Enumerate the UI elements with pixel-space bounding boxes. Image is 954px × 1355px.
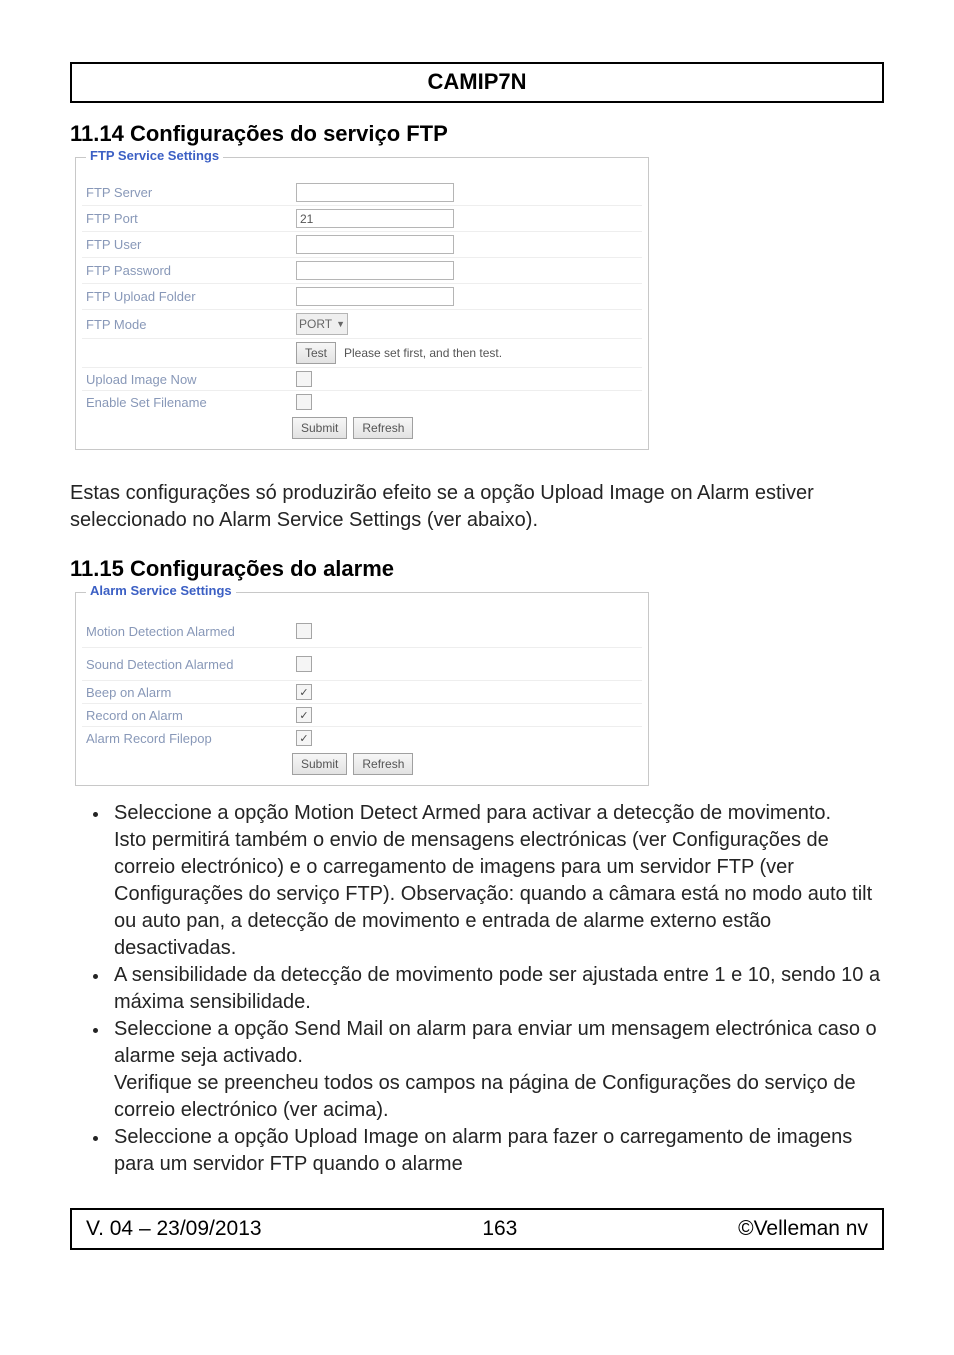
record-on-alarm-label: Record on Alarm: [86, 708, 296, 723]
test-button[interactable]: Test: [296, 342, 336, 364]
beep-on-alarm-label: Beep on Alarm: [86, 685, 296, 700]
beep-on-alarm-row: Beep on Alarm ✓: [82, 681, 642, 704]
ftp-submit-button[interactable]: Submit: [292, 417, 347, 439]
ftp-user-label: FTP User: [86, 237, 296, 252]
ftp-folder-input[interactable]: [296, 287, 454, 306]
ftp-panel-legend: FTP Service Settings: [86, 148, 223, 163]
footer-copyright: ©Velleman nv: [738, 1217, 868, 1241]
enable-filename-checkbox[interactable]: [296, 394, 312, 410]
ftp-user-input[interactable]: [296, 235, 454, 254]
alarm-filepop-row: Alarm Record Filepop ✓: [82, 727, 642, 749]
motion-detection-row: Motion Detection Alarmed: [82, 615, 642, 648]
enable-filename-row: Enable Set Filename: [82, 391, 642, 413]
ftp-test-row: Test Please set first, and then test.: [82, 339, 642, 368]
chevron-down-icon: ▼: [336, 319, 345, 329]
motion-detection-label: Motion Detection Alarmed: [86, 624, 296, 639]
ftp-server-input[interactable]: [296, 183, 454, 202]
header-box: CAMIP7N: [70, 62, 884, 103]
ftp-mode-row: FTP Mode PORT ▼: [82, 310, 642, 339]
ftp-mode-value: PORT: [299, 317, 332, 331]
alarm-service-settings-panel: Alarm Service Settings Motion Detection …: [75, 592, 649, 786]
upload-image-now-row: Upload Image Now: [82, 368, 642, 391]
list-item: Seleccione a opção Motion Detect Armed p…: [110, 800, 884, 962]
footer-page: 163: [482, 1217, 517, 1241]
ftp-password-input[interactable]: [296, 261, 454, 280]
ftp-port-row: FTP Port: [82, 206, 642, 232]
list-item: Seleccione a opção Upload Image on alarm…: [110, 1124, 884, 1178]
list-item: A sensibilidade da detecção de movimento…: [110, 962, 884, 1016]
ftp-service-settings-panel: FTP Service Settings FTP Server FTP Port…: [75, 157, 649, 450]
ftp-user-row: FTP User: [82, 232, 642, 258]
paragraph-1: Estas configurações só produzirão efeito…: [70, 480, 884, 534]
ftp-folder-row: FTP Upload Folder: [82, 284, 642, 310]
list-item: Seleccione a opção Send Mail on alarm pa…: [110, 1016, 884, 1124]
ftp-port-input[interactable]: [296, 209, 454, 228]
alarm-submit-button[interactable]: Submit: [292, 753, 347, 775]
sound-detection-checkbox[interactable]: [296, 656, 312, 672]
record-on-alarm-row: Record on Alarm ✓: [82, 704, 642, 727]
motion-detection-checkbox[interactable]: [296, 623, 312, 639]
footer-version: V. 04 – 23/09/2013: [86, 1217, 262, 1241]
upload-image-now-label: Upload Image Now: [86, 372, 296, 387]
ftp-server-label: FTP Server: [86, 185, 296, 200]
alarm-panel-legend: Alarm Service Settings: [86, 583, 236, 598]
ftp-mode-select[interactable]: PORT ▼: [296, 313, 348, 335]
ftp-mode-label: FTP Mode: [86, 317, 296, 332]
alarm-button-row: Submit Refresh: [292, 753, 642, 775]
alarm-refresh-button[interactable]: Refresh: [353, 753, 413, 775]
bullet-list: Seleccione a opção Motion Detect Armed p…: [70, 800, 884, 1178]
alarm-filepop-checkbox[interactable]: ✓: [296, 730, 312, 746]
ftp-port-label: FTP Port: [86, 211, 296, 226]
ftp-refresh-button[interactable]: Refresh: [353, 417, 413, 439]
ftp-password-row: FTP Password: [82, 258, 642, 284]
record-on-alarm-checkbox[interactable]: ✓: [296, 707, 312, 723]
product-name: CAMIP7N: [72, 64, 882, 101]
sound-detection-row: Sound Detection Alarmed: [82, 648, 642, 681]
ftp-button-row: Submit Refresh: [292, 417, 642, 439]
footer-box: V. 04 – 23/09/2013 163 ©Velleman nv: [70, 1208, 884, 1250]
ftp-password-label: FTP Password: [86, 263, 296, 278]
enable-filename-label: Enable Set Filename: [86, 395, 296, 410]
beep-on-alarm-checkbox[interactable]: ✓: [296, 684, 312, 700]
test-hint: Please set first, and then test.: [344, 346, 502, 360]
section-1-heading: 11.14 Configurações do serviço FTP: [70, 121, 884, 147]
ftp-folder-label: FTP Upload Folder: [86, 289, 296, 304]
section-2-heading: 11.15 Configurações do alarme: [70, 556, 884, 582]
upload-image-now-checkbox[interactable]: [296, 371, 312, 387]
sound-detection-label: Sound Detection Alarmed: [86, 657, 296, 672]
alarm-filepop-label: Alarm Record Filepop: [86, 731, 296, 746]
ftp-server-row: FTP Server: [82, 180, 642, 206]
